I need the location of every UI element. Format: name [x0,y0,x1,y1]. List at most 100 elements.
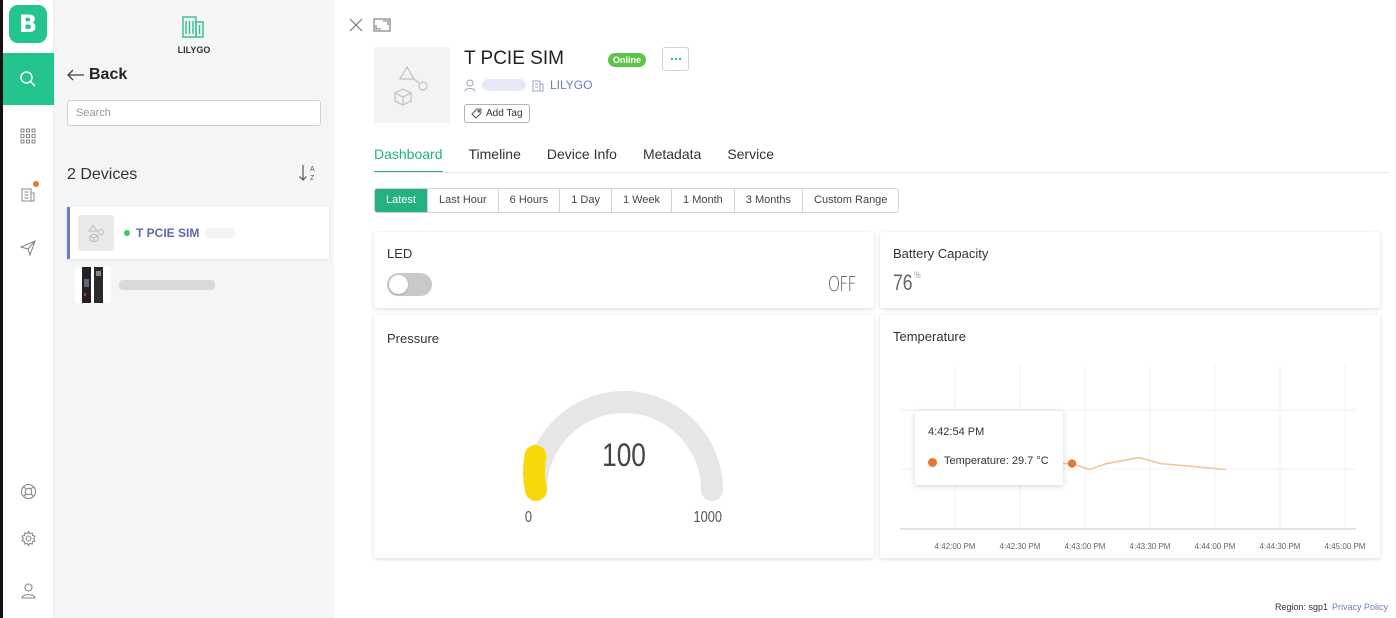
tooltip-time: 4:42:54 PM [928,426,985,438]
x-tick-label: 4:44:30 PM [1260,542,1301,551]
devices-nav-item[interactable] [2,110,54,162]
redacted-suffix [205,228,236,238]
temperature-widget: Temperature 4:42:00 PM 4:42:30 PM 4:43:00 … [880,315,1380,558]
app-logo[interactable]: B [9,5,47,43]
device-list-item[interactable]: T PCIE SIM [67,207,329,259]
range-last-hour[interactable]: Last Hour [427,189,499,212]
chart-tooltip: 4:42:54 PM Temperature: 29.7 °C [915,411,1063,485]
x-tick-label: 4:42:30 PM [1000,542,1041,551]
device-detail: T PCIE SIM Online LILYGO Add Tag Dashboa… [334,0,1396,618]
back-button[interactable]: Back [67,66,127,84]
tab-timeline[interactable]: Timeline [469,146,521,173]
add-tag-label: Add Tag [486,108,523,119]
gear-icon [20,529,36,547]
search-nav-item[interactable] [2,53,54,105]
building-icon [532,80,544,91]
settings-nav-item[interactable] [2,512,54,564]
range-latest[interactable]: Latest [375,189,428,212]
led-widget: LED OFF [374,232,874,308]
board-image [82,267,103,303]
arrow-left-icon [67,69,84,81]
range-custom[interactable]: Custom Range [803,189,899,212]
range-1-week[interactable]: 1 Week [611,189,673,212]
led-state: OFF [828,272,857,296]
more-horizontal-icon [670,57,681,61]
organization-name: LILYGO [177,45,211,55]
back-label: Back [89,66,128,83]
expand-icon[interactable] [373,18,391,32]
profile-nav-item[interactable] [2,564,54,616]
device-title: T PCIE SIM [464,48,564,69]
range-6-hours[interactable]: 6 Hours [498,189,561,212]
device-search-input[interactable] [67,100,321,126]
organization-icon [182,16,204,38]
user-icon [464,79,476,92]
organizations-nav-item[interactable] [2,168,54,220]
tab-dashboard[interactable]: Dashboard [374,146,443,173]
organization-link[interactable]: LILYGO [550,78,592,92]
status-badge: Online [608,53,647,67]
user-icon [20,582,36,599]
add-tag-button[interactable]: Add Tag [464,104,530,123]
owner-row: LILYGO [464,78,592,92]
x-tick-label: 4:44:00 PM [1195,542,1236,551]
building-icon [21,188,35,202]
range-1-month[interactable]: 1 Month [672,189,735,212]
device-image [374,47,450,123]
led-toggle-switch[interactable] [387,273,432,296]
svg-text:Z: Z [310,175,315,182]
device-thumbnail [78,215,114,251]
notification-dot [33,181,39,187]
device-name: T PCIE SIM [136,226,200,240]
gauge-max-label: 1000 [693,509,723,526]
grid-icon [20,128,36,144]
tab-service[interactable]: Service [727,146,774,173]
x-tick-label: 4:45:00 PM [1325,542,1366,551]
device-list-item[interactable] [67,259,329,311]
device-thumbnail [75,267,111,303]
battery-value: 76 [893,270,913,295]
svg-text:A: A [310,166,315,173]
device-tabs: Dashboard Timeline Device Info Metadata … [374,146,800,173]
led-title: LED [387,246,413,261]
battery-widget: Battery Capacity 76% [880,232,1380,308]
redacted-device-name [119,280,215,290]
tab-device-info[interactable]: Device Info [547,146,617,173]
tooltip-series-dot [928,458,937,467]
battery-title: Battery Capacity [893,246,989,261]
device-online-indicator [124,230,130,236]
x-tick-label: 4:42:00 PM [935,542,976,551]
lifebuoy-icon [20,483,36,499]
tabs-divider [374,172,1388,173]
support-nav-item[interactable] [2,465,54,517]
redacted-owner [482,79,526,91]
device-placeholder-icon [88,224,104,243]
x-tick-label: 4:43:00 PM [1065,542,1106,551]
device-count: 2 Devices [67,166,138,183]
close-icon[interactable] [349,18,363,32]
tooltip-value: Temperature: 29.7 °C [944,455,1049,467]
privacy-policy-link[interactable]: Privacy Policy [1332,602,1388,612]
more-options-button[interactable] [662,47,689,71]
battery-unit: % [914,270,921,280]
region-label: Region: sgp1 [1274,602,1328,612]
window-edge [0,0,3,618]
nav-rail: B [0,0,54,618]
highlighted-data-point [1067,459,1077,468]
battery-value-display: 76% [893,270,921,296]
range-3-months[interactable]: 3 Months [734,189,804,212]
device-placeholder-icon [393,65,428,106]
tag-icon [471,108,482,119]
range-1-day[interactable]: 1 Day [560,189,612,212]
send-icon [20,240,36,256]
pressure-value: 100 [602,437,646,473]
messages-nav-item[interactable] [2,222,54,274]
device-list-panel: LILYGO Back 2 Devices AZ T PCIE SIM [54,0,334,618]
gauge-min-label: 0 [524,509,533,526]
time-range-selector: Latest Last Hour 6 Hours 1 Day 1 Week 1 … [374,188,900,213]
footer: Region: sgp1 Privacy Policy [1275,602,1388,612]
pressure-widget: Pressure 100 0 1000 [374,315,874,558]
tab-metadata[interactable]: Metadata [643,146,701,173]
sort-az-icon[interactable]: AZ [298,162,320,184]
toggle-knob [389,275,408,294]
